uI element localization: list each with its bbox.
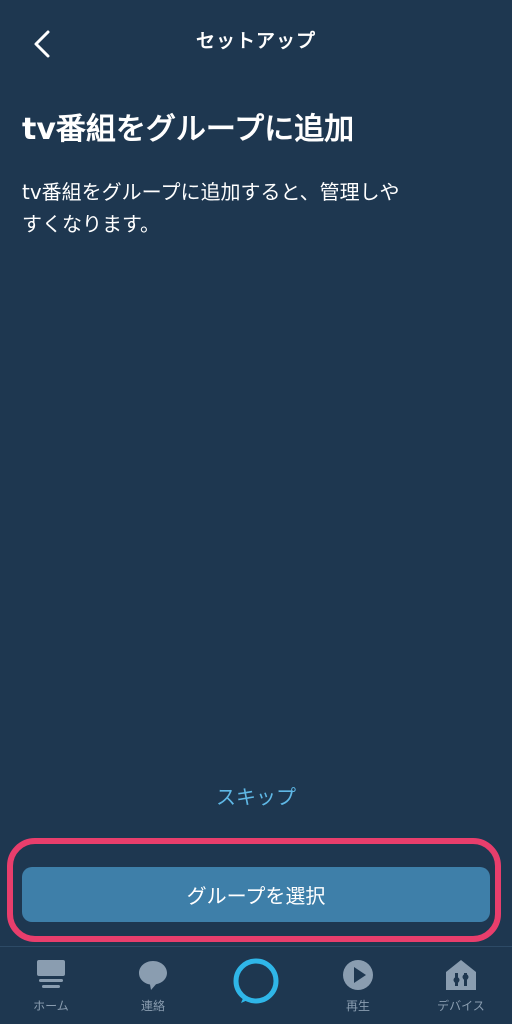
select-group-button[interactable]: グループを選択 xyxy=(22,867,490,922)
play-icon xyxy=(338,955,378,995)
tab-label-home: ホーム xyxy=(33,999,69,1013)
tab-play[interactable]: 再生 xyxy=(307,947,409,1024)
setup-screen: セットアップ tv番組をグループに追加 tv番組をグループに追加すると、管理しや… xyxy=(0,0,512,1024)
skip-link[interactable]: スキップ xyxy=(0,781,512,810)
page-title: tv番組をグループに追加 xyxy=(22,112,355,147)
description: tv番組をグループに追加すると、管理しや すくなります。 xyxy=(22,176,452,240)
tab-label-play: 再生 xyxy=(345,999,370,1013)
description-line-2: すくなります。 xyxy=(22,212,160,236)
home-icon xyxy=(31,955,71,995)
tab-communicate[interactable]: 連絡 xyxy=(102,947,204,1024)
tab-alexa[interactable] xyxy=(205,947,307,1024)
tab-home[interactable]: ホーム xyxy=(0,947,102,1024)
description-line-1: tv番組をグループに追加すると、管理しや xyxy=(22,180,400,204)
alexa-ring-icon xyxy=(230,955,282,1007)
tab-bar: ホーム 連絡 再生 デバイス xyxy=(0,946,512,1024)
tab-devices[interactable]: デバイス xyxy=(410,947,512,1024)
tab-label-devices: デバイス xyxy=(437,999,485,1013)
header: セットアップ xyxy=(0,0,512,80)
chat-bubble-icon xyxy=(133,955,173,995)
tab-label-communicate: 連絡 xyxy=(140,999,165,1013)
header-title: セットアップ xyxy=(195,30,316,52)
devices-icon xyxy=(441,955,481,995)
